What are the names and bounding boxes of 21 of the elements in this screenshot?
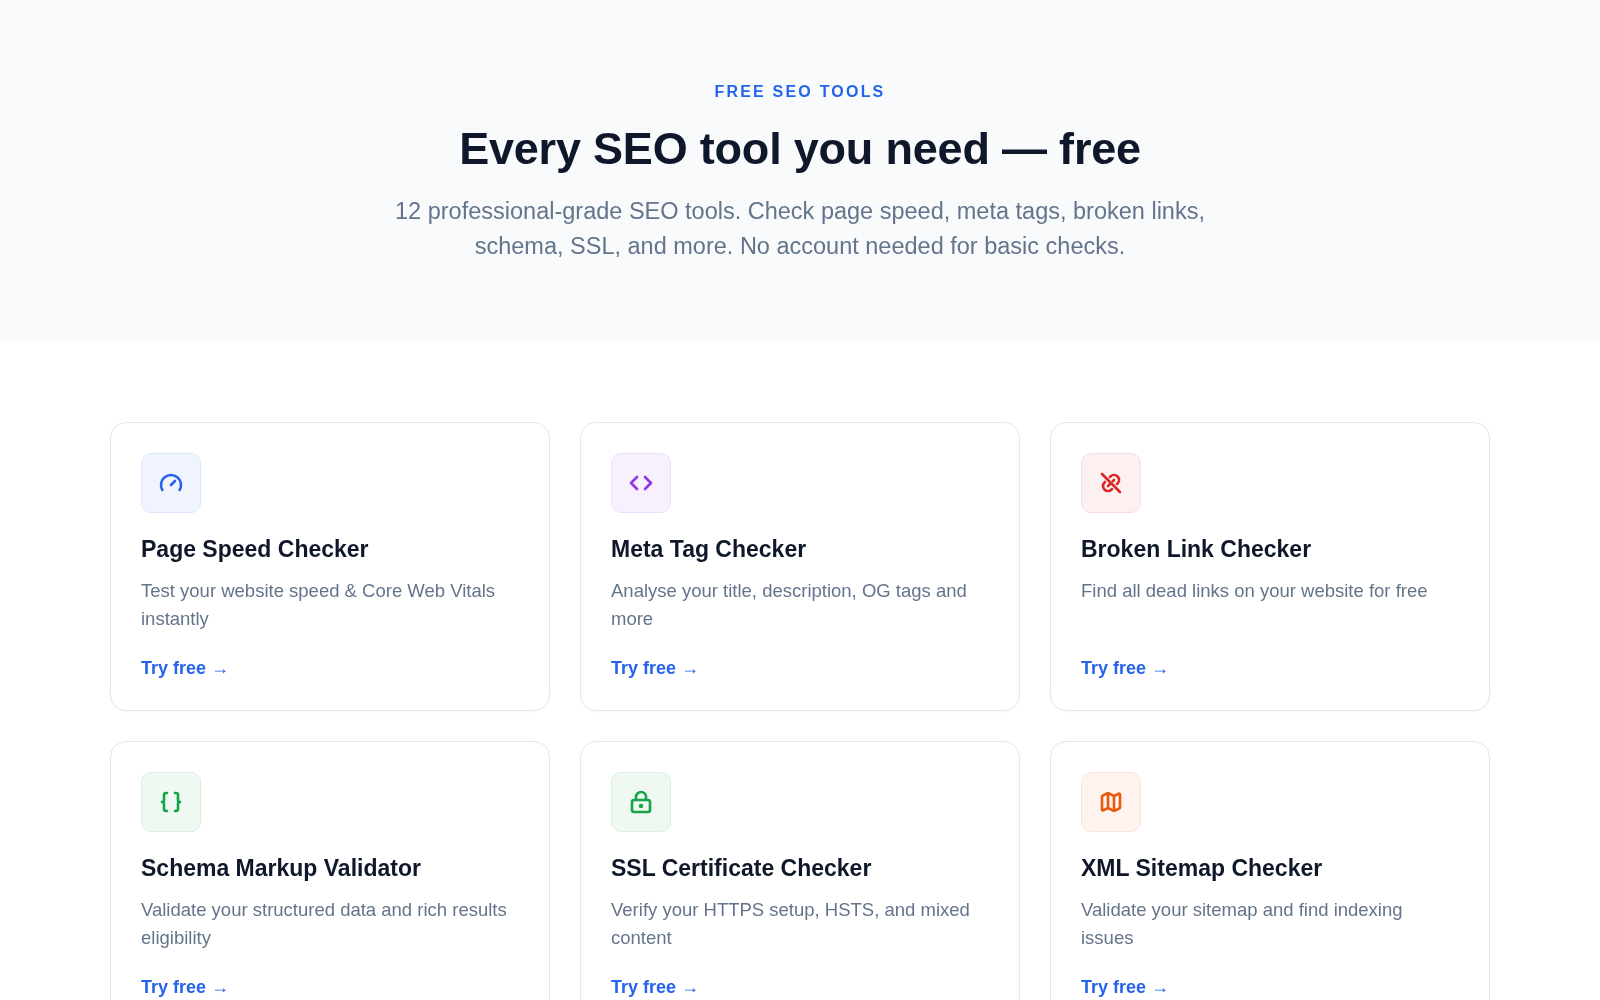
try-free-link[interactable]: Try free → [141,636,230,680]
tool-title: Page Speed Checker [141,535,369,563]
tool-description: Analyse your title, description, OG tags and more [611,579,968,631]
page-subtitle: 12 professional-grade SEO tools. Check page speed, meta tags, broken links, schema, SSL, and more. No account needed for basic checks. [394,197,1206,261]
try-free-link[interactable]: Try free → [141,955,230,999]
page-heading: Every SEO tool you need — free [459,122,1141,176]
tool-description: Validate your structured data and rich results eligibility [141,898,508,950]
tool-description: Validate your sitemap and find indexing issues [1081,898,1404,950]
tool-title: Broken Link Checker [1081,535,1312,563]
try-free-link[interactable]: Try free → [1081,955,1170,999]
try-free-link[interactable]: Try free → [611,636,700,680]
eyebrow-label: FREE SEO TOOLS [714,82,886,102]
try-free-link[interactable]: Try free → [611,955,700,999]
tool-title: Schema Markup Validator [141,854,421,882]
tool-description: Test your website speed & Core Web Vitals instantly [141,579,497,631]
tool-title: SSL Certificate Checker [611,854,872,882]
tool-title: Meta Tag Checker [611,535,807,563]
tool-description: Verify your HTTPS setup, HSTS, and mixed content [611,898,971,950]
tool-title: XML Sitemap Checker [1081,854,1323,882]
tool-description: Find all dead links on your website for free [1081,579,1428,603]
try-free-link[interactable]: Try free → [1081,636,1170,680]
